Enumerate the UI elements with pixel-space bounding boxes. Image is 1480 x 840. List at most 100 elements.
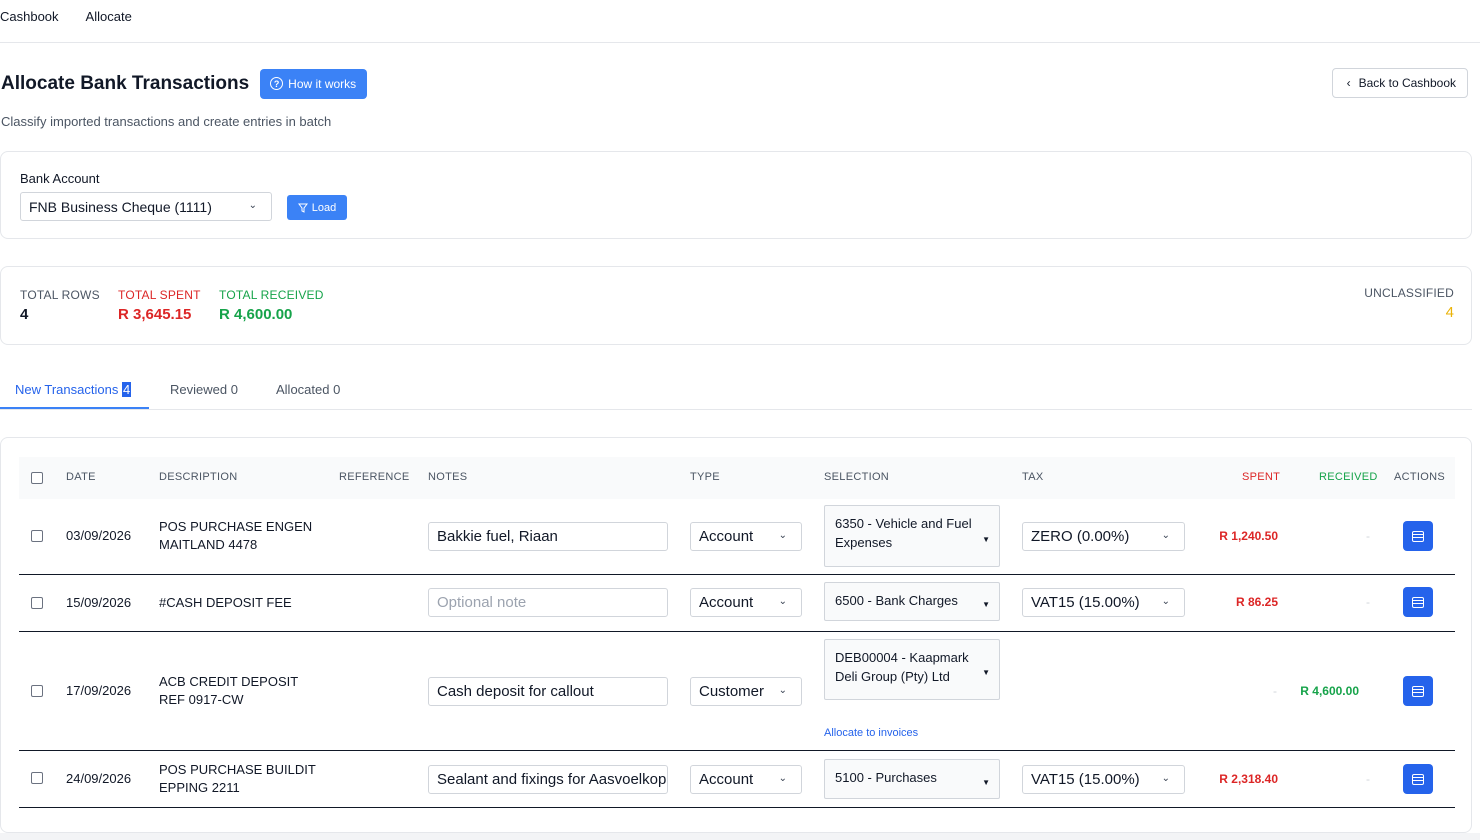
th-selection: SELECTION bbox=[824, 471, 890, 483]
account-select[interactable]: 5100 - Purchases ▼ bbox=[824, 759, 1000, 799]
account-select[interactable]: DEB00004 - Kaapmark Deli Group (Pty) Ltd… bbox=[824, 639, 1000, 700]
row-checkbox[interactable] bbox=[31, 685, 43, 697]
description-line-1: POS PURCHASE BUILDIT bbox=[159, 762, 316, 777]
chevron-down-icon: ⌄ bbox=[248, 200, 257, 211]
tax-value: ZERO (0.00%) bbox=[1031, 528, 1130, 545]
type-value: Account bbox=[699, 594, 754, 611]
type-select[interactable]: Account ⌄ bbox=[690, 588, 802, 617]
account-select[interactable]: 6350 - Vehicle and Fuel Expenses ▼ bbox=[824, 505, 1000, 567]
row-date: 24/09/2026 bbox=[66, 771, 132, 786]
selection-line-1: 6350 - Vehicle and Fuel bbox=[835, 516, 972, 531]
row-action-button[interactable] bbox=[1403, 676, 1433, 706]
notes-input[interactable]: Bakkie fuel, Riaan bbox=[428, 522, 668, 551]
stat-total-received: TOTAL RECEIVED R 4,600.00 bbox=[219, 288, 324, 323]
selection-line-2: Deli Group (Pty) Ltd bbox=[835, 669, 950, 684]
unclassified-value: 4 bbox=[1445, 304, 1454, 321]
th-reference: REFERENCE bbox=[339, 471, 410, 483]
chevron-down-icon: ⌄ bbox=[778, 773, 787, 784]
back-to-cashbook-button[interactable]: ‹ Back to Cashbook bbox=[1331, 68, 1468, 98]
stat-total-spent: TOTAL SPENT R 3,645.15 bbox=[118, 288, 201, 323]
row-action-button[interactable] bbox=[1403, 764, 1433, 794]
caret-down-icon: ▼ bbox=[982, 535, 990, 544]
load-label: Load bbox=[311, 201, 337, 214]
row-checkbox[interactable] bbox=[31, 530, 43, 542]
spent-amount: R 1,240.50 bbox=[1219, 529, 1278, 543]
filter-icon bbox=[297, 203, 308, 213]
load-button[interactable]: Load bbox=[287, 195, 347, 220]
stat-unclassified: UNCLASSIFIED 4 bbox=[1364, 286, 1454, 321]
tab-new-count: 4 bbox=[121, 382, 132, 397]
nav-allocate[interactable]: Allocate bbox=[86, 9, 132, 24]
chevron-down-icon: ⌄ bbox=[1161, 530, 1170, 541]
type-select[interactable]: Account ⌄ bbox=[690, 765, 802, 794]
row-action-button[interactable] bbox=[1403, 587, 1433, 617]
table-header: DATE DESCRIPTION REFERENCE NOTES TYPE SE… bbox=[19, 457, 1455, 499]
received-amount: R 4,600.00 bbox=[1300, 684, 1359, 698]
total-received-value: R 4,600.00 bbox=[219, 306, 293, 323]
total-rows-label: TOTAL ROWS bbox=[20, 288, 100, 302]
bank-account-card: Bank Account FNB Business Cheque (1111) … bbox=[0, 151, 1472, 239]
caret-down-icon: ▼ bbox=[982, 778, 990, 787]
th-date: DATE bbox=[66, 471, 96, 483]
chevron-down-icon: ⌄ bbox=[778, 596, 787, 607]
bank-account-select[interactable]: FNB Business Cheque (1111) ⌄ bbox=[20, 192, 272, 221]
active-tab-indicator bbox=[0, 407, 149, 409]
table-row: 17/09/2026 ACB CREDIT DEPOSIT REF 0917-C… bbox=[19, 632, 1455, 751]
tab-reviewed-label: Reviewed bbox=[170, 382, 228, 397]
total-spent-value: R 3,645.15 bbox=[118, 306, 192, 323]
tab-allocated-label: Allocated bbox=[276, 382, 330, 397]
type-select[interactable]: Account ⌄ bbox=[690, 522, 802, 551]
selection-line-1: 6500 - Bank Charges bbox=[835, 593, 958, 608]
tab-new-label: New Transactions bbox=[15, 382, 119, 397]
th-tax: TAX bbox=[1022, 471, 1044, 483]
row-checkbox[interactable] bbox=[31, 597, 43, 609]
how-it-works-label: How it works bbox=[288, 76, 357, 91]
tab-new-transactions[interactable]: New Transactions 4 bbox=[15, 382, 132, 397]
table-row: 15/09/2026 #CASH DEPOSIT FEE Optional no… bbox=[19, 575, 1455, 632]
tab-allocated[interactable]: Allocated 0 bbox=[276, 382, 340, 397]
transaction-tabs: New Transactions 4 Reviewed 0 Allocated … bbox=[0, 370, 1472, 410]
table-row: 03/09/2026 POS PURCHASE ENGEN MAITLAND 4… bbox=[19, 499, 1455, 575]
select-all-checkbox[interactable] bbox=[31, 472, 43, 484]
tax-select[interactable]: ZERO (0.00%) ⌄ bbox=[1022, 522, 1185, 551]
tax-select[interactable]: VAT15 (15.00%) ⌄ bbox=[1022, 588, 1185, 617]
description-line-2: REF 0917-CW bbox=[159, 692, 244, 707]
total-received-label: TOTAL RECEIVED bbox=[219, 288, 324, 302]
row-description: POS PURCHASE ENGEN MAITLAND 4478 bbox=[159, 518, 312, 554]
th-notes: NOTES bbox=[428, 471, 468, 483]
description-line-2: EPPING 2211 bbox=[159, 780, 240, 795]
row-description: ACB CREDIT DEPOSIT REF 0917-CW bbox=[159, 673, 298, 709]
description-line-1: ACB CREDIT DEPOSIT bbox=[159, 674, 299, 689]
row-checkbox[interactable] bbox=[31, 772, 43, 784]
selection-line-1: 5100 - Purchases bbox=[835, 770, 937, 785]
tax-select[interactable]: VAT15 (15.00%) ⌄ bbox=[1022, 765, 1185, 794]
caret-down-icon: ▼ bbox=[982, 600, 990, 609]
notes-input[interactable]: Optional note bbox=[428, 588, 668, 617]
how-it-works-button[interactable]: ? How it works bbox=[260, 68, 368, 99]
notes-input[interactable]: Cash deposit for callout bbox=[428, 677, 668, 706]
received-amount: - bbox=[1366, 529, 1370, 543]
table-row: 24/09/2026 POS PURCHASE BUILDIT EPPING 2… bbox=[19, 751, 1455, 808]
list-icon bbox=[1412, 685, 1424, 697]
nav-cashbook[interactable]: Cashbook bbox=[0, 9, 59, 24]
allocate-to-invoices-link[interactable]: Allocate to invoices bbox=[824, 727, 918, 739]
tax-value: VAT15 (15.00%) bbox=[1031, 594, 1140, 611]
th-spent: SPENT bbox=[1242, 471, 1281, 483]
bottom-scroll-area bbox=[0, 833, 1480, 840]
tab-reviewed[interactable]: Reviewed 0 bbox=[170, 382, 238, 397]
chevron-left-icon: ‹ bbox=[1346, 76, 1351, 90]
th-description: DESCRIPTION bbox=[159, 471, 238, 483]
chevron-down-icon: ⌄ bbox=[1161, 773, 1170, 784]
summary-card: TOTAL ROWS 4 TOTAL SPENT R 3,645.15 TOTA… bbox=[0, 266, 1472, 345]
type-select[interactable]: Customer ⌄ bbox=[690, 677, 802, 706]
description-line-2: MAITLAND 4478 bbox=[159, 537, 258, 552]
caret-down-icon: ▼ bbox=[982, 668, 990, 677]
notes-input[interactable]: Sealant and fixings for Aasvoelkop job bbox=[428, 765, 668, 794]
spent-amount: R 86.25 bbox=[1235, 595, 1278, 609]
th-received: RECEIVED bbox=[1319, 471, 1378, 483]
page-header: Allocate Bank Transactions ? How it work… bbox=[0, 68, 1480, 129]
row-action-button[interactable] bbox=[1403, 521, 1433, 551]
account-select[interactable]: 6500 - Bank Charges ▼ bbox=[824, 582, 1000, 621]
selection-line-2: Expenses bbox=[835, 535, 893, 550]
row-date: 03/09/2026 bbox=[66, 528, 132, 543]
